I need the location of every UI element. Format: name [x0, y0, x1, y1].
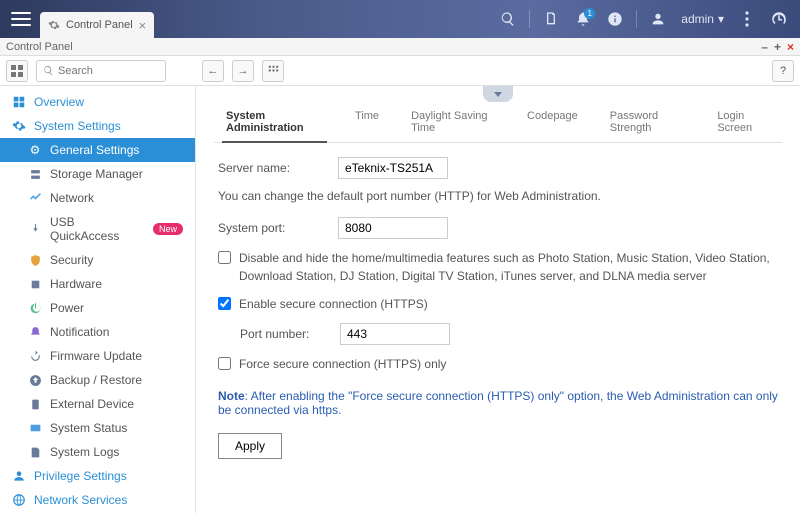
- network-icon: [28, 191, 42, 205]
- server-name-input[interactable]: [338, 157, 448, 179]
- maximize-button[interactable]: +: [774, 40, 781, 54]
- hardware-icon: [28, 277, 42, 291]
- shield-icon: [28, 253, 42, 267]
- gear-icon: [48, 19, 60, 31]
- main-area: Overview System Settings ⚙ General Setti…: [0, 86, 800, 513]
- sidebar-item-usb-quickaccess[interactable]: USB QuickAccess New: [0, 210, 195, 248]
- close-button[interactable]: ×: [787, 40, 794, 54]
- toolbar: ← → ?: [0, 56, 800, 86]
- overview-icon: [12, 95, 26, 109]
- window-titlebar: Control Panel – + ×: [0, 38, 800, 56]
- tab-password-strength[interactable]: Password Strength: [606, 104, 690, 142]
- sidebar-item-external-device[interactable]: External Device: [0, 392, 195, 416]
- tab-login-screen[interactable]: Login Screen: [713, 104, 774, 142]
- sidebar-item-security[interactable]: Security: [0, 248, 195, 272]
- usb-icon: [28, 222, 42, 236]
- user-icon[interactable]: [645, 6, 671, 32]
- tab-time[interactable]: Time: [351, 104, 383, 142]
- apps-button[interactable]: [262, 60, 284, 82]
- search-input-wrapper: [36, 60, 166, 82]
- search-input[interactable]: [58, 65, 159, 77]
- system-port-label: System port:: [218, 221, 328, 235]
- back-button[interactable]: ←: [202, 60, 224, 82]
- more-icon[interactable]: [734, 6, 760, 32]
- search-icon[interactable]: [495, 6, 521, 32]
- disable-media-label: Disable and hide the home/multimedia fea…: [239, 249, 778, 285]
- tab-system-administration[interactable]: System Administration: [222, 104, 327, 142]
- window-title: Control Panel: [6, 41, 73, 53]
- user-menu[interactable]: admin▾: [677, 12, 728, 26]
- server-name-label: Server name:: [218, 161, 328, 175]
- tab-daylight-saving[interactable]: Daylight Saving Time: [407, 104, 499, 142]
- sidebar-item-system-logs[interactable]: System Logs: [0, 440, 195, 464]
- search-icon: [43, 65, 54, 76]
- gear-icon: [12, 119, 26, 133]
- port-description: You can change the default port number (…: [218, 189, 778, 203]
- tab-codepage[interactable]: Codepage: [523, 104, 582, 142]
- tab-title: Control Panel: [66, 19, 133, 31]
- power-icon: [28, 301, 42, 315]
- panel-pin[interactable]: [483, 86, 513, 102]
- sidebar-item-hardware[interactable]: Hardware: [0, 272, 195, 296]
- disable-media-checkbox[interactable]: [218, 251, 231, 264]
- sidebar-item-power[interactable]: Power: [0, 296, 195, 320]
- settings-form: Server name: You can change the default …: [214, 143, 782, 513]
- notification-icon[interactable]: 1: [570, 6, 596, 32]
- sidebar-item-storage-manager[interactable]: Storage Manager: [0, 162, 195, 186]
- force-https-label: Force secure connection (HTTPS) only: [239, 355, 446, 373]
- port-number-input[interactable]: [340, 323, 450, 345]
- logs-icon: [28, 445, 42, 459]
- window-tab-control-panel[interactable]: Control Panel ×: [40, 12, 154, 38]
- sidebar-privilege-settings[interactable]: Privilege Settings: [0, 464, 195, 488]
- update-icon: [28, 349, 42, 363]
- notification-badge: 1: [584, 8, 595, 19]
- bell-icon: [28, 325, 42, 339]
- user-icon: [12, 469, 26, 483]
- clipboard-icon[interactable]: [538, 6, 564, 32]
- sidebar-overview[interactable]: Overview: [0, 90, 195, 114]
- help-button[interactable]: ?: [772, 60, 794, 82]
- sidebar-item-general-settings[interactable]: ⚙ General Settings: [0, 138, 195, 162]
- https-note: Note: After enabling the "Force secure c…: [218, 389, 778, 417]
- chevron-down-icon: ▾: [718, 12, 724, 26]
- enable-https-label: Enable secure connection (HTTPS): [239, 295, 428, 313]
- storage-icon: [28, 167, 42, 181]
- enable-https-checkbox[interactable]: [218, 297, 231, 310]
- grid-view-button[interactable]: [6, 60, 28, 82]
- forward-button[interactable]: →: [232, 60, 254, 82]
- content-panel: System Administration Time Daylight Savi…: [196, 86, 800, 513]
- sidebar-item-system-status[interactable]: System Status: [0, 416, 195, 440]
- apply-button[interactable]: Apply: [218, 433, 282, 459]
- device-icon: [28, 397, 42, 411]
- sidebar-item-firmware-update[interactable]: Firmware Update: [0, 344, 195, 368]
- dashboard-icon[interactable]: [766, 6, 792, 32]
- new-badge: New: [153, 223, 183, 235]
- close-icon[interactable]: ×: [139, 18, 147, 33]
- status-icon: [28, 421, 42, 435]
- settings-icon: ⚙: [28, 143, 42, 157]
- sidebar: Overview System Settings ⚙ General Setti…: [0, 86, 196, 513]
- sidebar-item-network[interactable]: Network: [0, 186, 195, 210]
- sidebar-item-backup-restore[interactable]: Backup / Restore: [0, 368, 195, 392]
- port-number-label: Port number:: [240, 327, 330, 341]
- content-tabs: System Administration Time Daylight Savi…: [214, 104, 782, 143]
- minimize-button[interactable]: –: [761, 40, 768, 54]
- app-topbar: Control Panel × 1 admin▾: [0, 0, 800, 38]
- backup-icon: [28, 373, 42, 387]
- force-https-checkbox[interactable]: [218, 357, 231, 370]
- menu-icon[interactable]: [8, 6, 34, 32]
- sidebar-item-notification[interactable]: Notification: [0, 320, 195, 344]
- info-icon[interactable]: [602, 6, 628, 32]
- globe-icon: [12, 493, 26, 507]
- system-port-input[interactable]: [338, 217, 448, 239]
- sidebar-network-services[interactable]: Network Services: [0, 488, 195, 512]
- sidebar-system-settings[interactable]: System Settings: [0, 114, 195, 138]
